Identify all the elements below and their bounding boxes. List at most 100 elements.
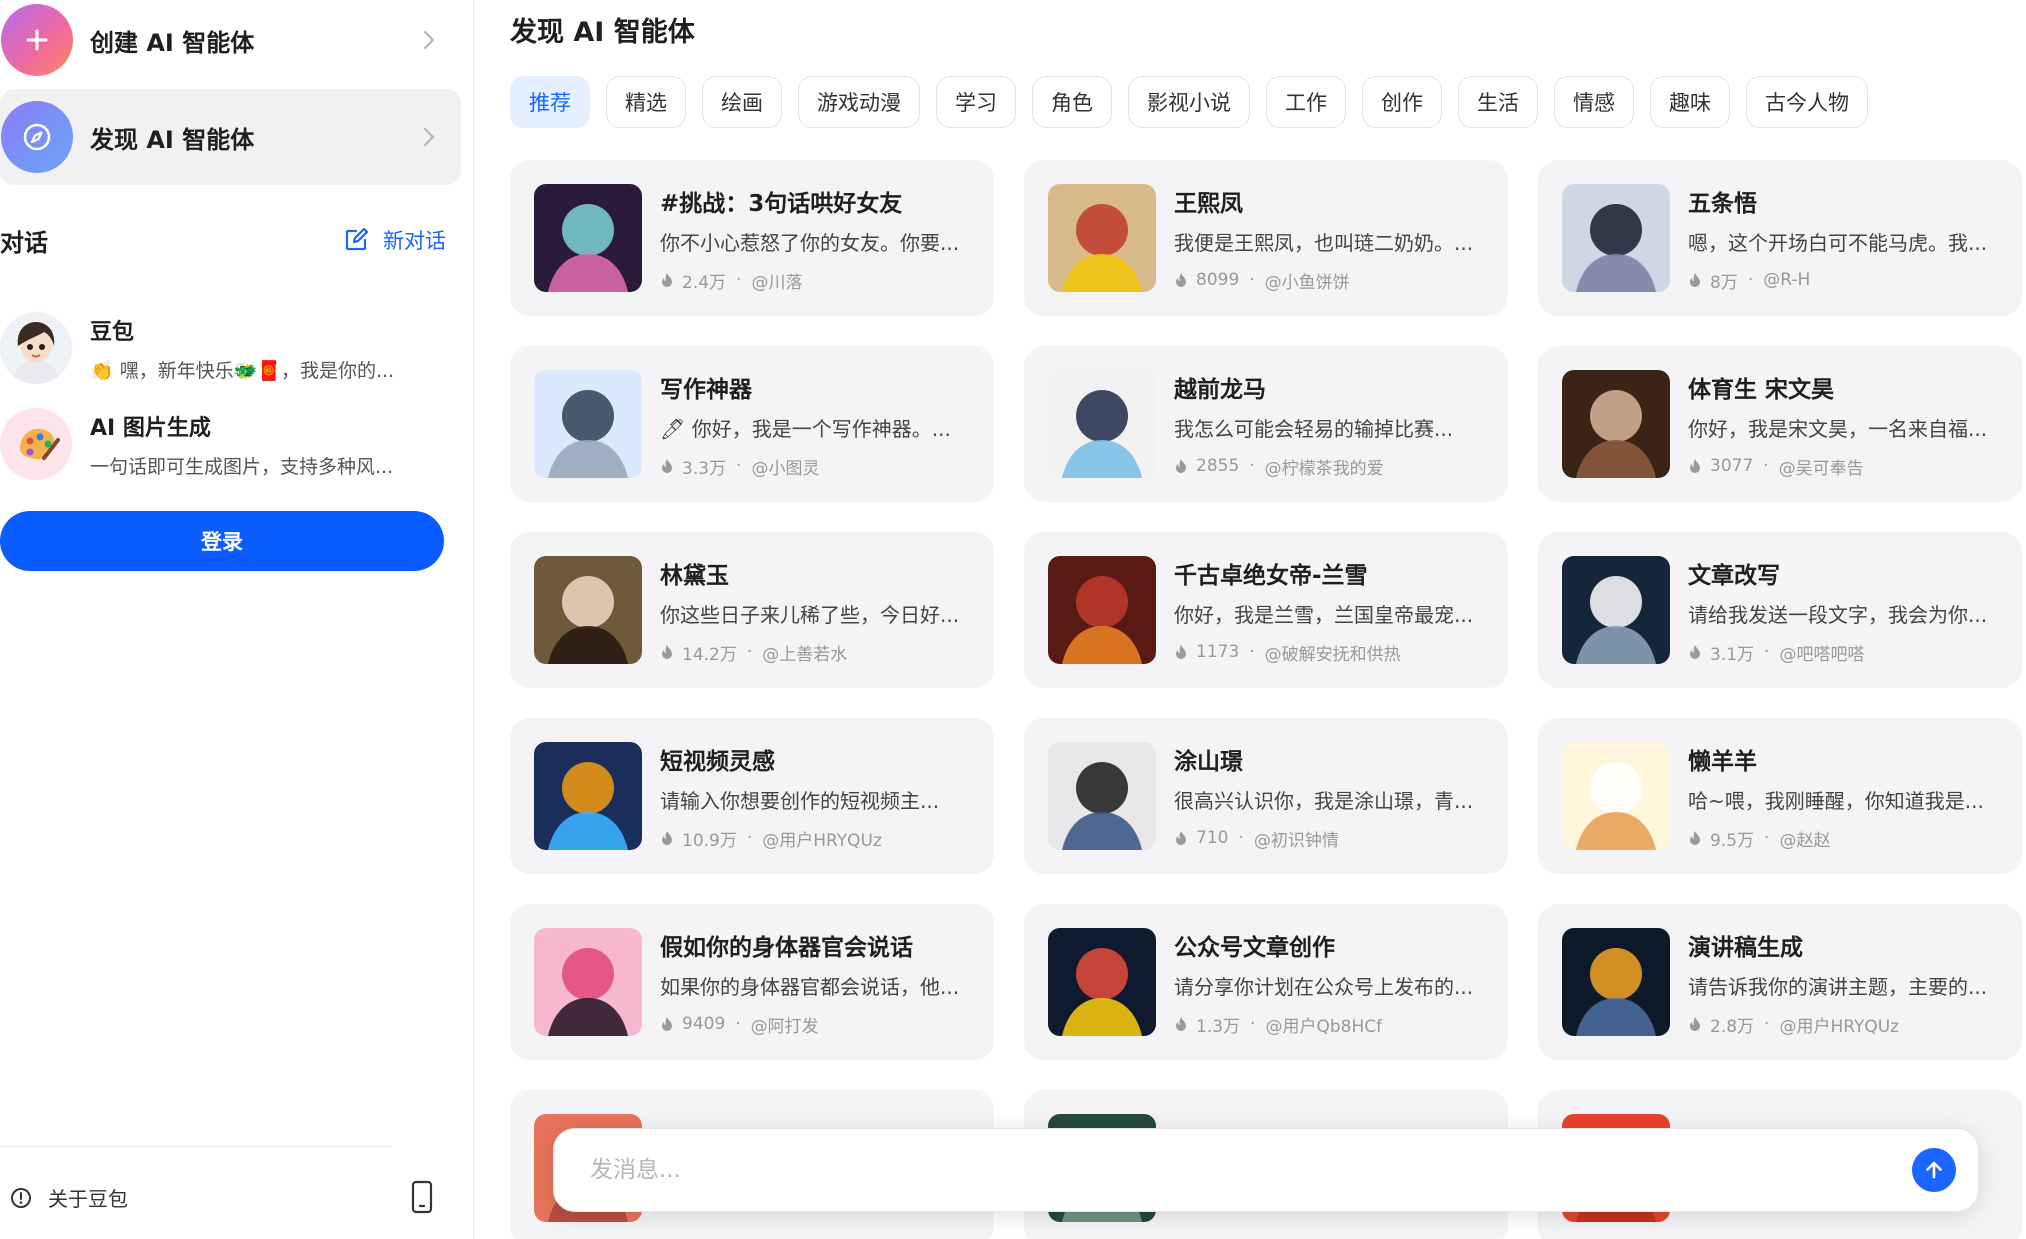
agent-card[interactable]: 公众号文章创作 请分享你计划在公众号上发布的... 1.3万 · @用户Qb8HCf (1024, 904, 1508, 1060)
author-name: @阿打发 (750, 1016, 819, 1037)
fire-icon (1176, 459, 1186, 473)
agent-card[interactable]: 文章改写 请给我发送一段文字，我会为你... 3.1万 · @吧嗒吧嗒 (1538, 532, 2022, 688)
agent-meta: 2.8万 · @用户HRYQUz (1688, 1012, 2000, 1037)
arrow-up-icon (1926, 1161, 1942, 1179)
agent-description: 你好，我是宋文昊，一名来自福... (1688, 416, 1988, 441)
message-input[interactable] (590, 1157, 1912, 1183)
agent-card[interactable]: 写作神器 🖊 你好，我是一个写作神器。... 3.3万 · @小图灵 (510, 346, 994, 502)
agent-title: 林黛玉 (660, 562, 729, 589)
separator-dot: · (1763, 456, 1769, 476)
tab-6[interactable]: 影视小说 (1128, 76, 1250, 128)
tab-4[interactable]: 学习 (936, 76, 1016, 128)
agent-description: 请输入你想要创作的短视频主... (660, 788, 940, 813)
discover-agent-label: 发现 AI 智能体 (90, 125, 255, 154)
agent-card-body: 假如你的身体器官会说话 如果你的身体器官都会说话，他... 9409 · @阿打发 (660, 928, 972, 1037)
agent-title: 体育生 宋文昊 (1688, 376, 1835, 403)
tab-11[interactable]: 趣味 (1650, 76, 1730, 128)
agent-card[interactable]: 越前龙马 我怎么可能会轻易的输掉比赛... 2855 · @柠檬茶我的爱 (1024, 346, 1508, 502)
usage-count: 1.3万 (1196, 1016, 1241, 1037)
fire-icon (1176, 831, 1186, 845)
conversation-item-doubao[interactable]: 豆包 👏 嘿，新年快乐🐲🧧，我是你的... (0, 298, 461, 398)
conversations-title: 对话 (0, 228, 48, 257)
usage-count: 710 (1196, 828, 1229, 848)
agent-card[interactable]: 体育生 宋文昊你好，我是宋文昊，一名来自福... 3077 · @吴可奉告 (1538, 346, 2022, 502)
agent-title: 写作神器 (660, 376, 752, 403)
agent-title: 懒羊羊 (1688, 748, 1757, 775)
agent-card-body: 越前龙马 我怎么可能会轻易的输掉比赛... 2855 · @柠檬茶我的爱 (1174, 370, 1486, 479)
author-name: @赵赵 (1779, 830, 1831, 851)
agent-card[interactable]: 涂山璟 很高兴认识你，我是涂山璟，青... 710 · @初识钟情 (1024, 718, 1508, 874)
about-link[interactable]: 关于豆包 (10, 1183, 128, 1212)
agent-card[interactable]: 五条悟 嗯，这个开场白可不能马虎。我... 8万 · @R-H (1538, 160, 2022, 316)
tab-3[interactable]: 游戏动漫 (798, 76, 920, 128)
login-button[interactable]: 登录 (0, 511, 444, 571)
mobile-phone-icon[interactable] (408, 1180, 436, 1214)
tab-12[interactable]: 古今人物 (1746, 76, 1868, 128)
fire-icon (662, 1017, 672, 1031)
tab-1[interactable]: 精选 (606, 76, 686, 128)
tab-7[interactable]: 工作 (1266, 76, 1346, 128)
agent-card[interactable]: 王熙凤 我便是王熙凤，也叫琏二奶奶。... 8099 · @小鱼饼饼 (1024, 160, 1508, 316)
usage-count: 3077 (1710, 456, 1754, 476)
tab-0[interactable]: 推荐 (510, 76, 590, 128)
avatar (0, 312, 72, 384)
fire-icon (662, 459, 672, 473)
fire-icon (662, 645, 672, 659)
agent-card[interactable]: 假如你的身体器官会说话 如果你的身体器官都会说话，他... 9409 · @阿打发 (510, 904, 994, 1060)
send-button[interactable] (1912, 1148, 1956, 1192)
category-tabs: 推荐 精选 绘画 游戏动漫 学习 角色 影视小说 工作 创作 生活 情感 趣味 古今人物 (510, 76, 1884, 128)
agent-title: 短视频灵感 (660, 748, 775, 775)
agent-meta: 2855 · @柠檬茶我的爱 (1174, 454, 1486, 479)
agent-card[interactable]: 林黛玉 你这些日子来儿稀了些，今日好... 14.2万 · @上善若水 (510, 532, 994, 688)
conversations-header: 对话 新对话 (0, 222, 446, 258)
agent-description: 你不小心惹怒了你的女友。你要... (660, 230, 960, 255)
separator-dot: · (736, 270, 742, 290)
agent-title: 王熙凤 (1174, 190, 1243, 217)
agent-title: 演讲稿生成 (1688, 934, 1803, 961)
agent-meta: 710 · @初识钟情 (1174, 826, 1486, 851)
tab-5[interactable]: 角色 (1032, 76, 1112, 128)
classical-lady-portrait (534, 556, 642, 664)
separator-dot: · (1250, 1014, 1256, 1034)
tab-8[interactable]: 创作 (1362, 76, 1442, 128)
agent-title: 文章改写 (1688, 562, 1780, 589)
create-agent-nav[interactable]: 创建 AI 智能体 (0, 0, 461, 88)
agent-card[interactable]: 懒羊羊 哈~喂，我刚睡醒，你知道我是... 9.5万 · @赵赵 (1538, 718, 2022, 874)
fire-icon (1690, 273, 1700, 287)
agent-meta: 3.1万 · @吧嗒吧嗒 (1688, 640, 2000, 665)
separator-dot: · (1249, 270, 1255, 290)
anime-man-blindfold (1562, 184, 1670, 292)
author-name: @吧嗒吧嗒 (1779, 644, 1865, 665)
glowing-book (1562, 928, 1670, 1036)
agent-card[interactable]: 短视频灵感 请输入你想要创作的短视频主... 10.9万 · @用户HRYQUz (510, 718, 994, 874)
discover-agent-nav[interactable]: 发现 AI 智能体 (0, 89, 461, 185)
agent-card[interactable]: #挑战：3句话哄好女友 你不小心惹怒了你的女友。你要... 2.4万 · @川落 (510, 160, 994, 316)
agent-card[interactable]: 演讲稿生成 请告诉我你的演讲主题，主要的... 2.8万 · @用户HRYQUz (1538, 904, 2022, 1060)
agent-title: 千古卓绝女帝-兰雪 (1174, 562, 1368, 589)
fire-icon (1690, 831, 1700, 845)
conversation-item-image-gen[interactable]: AI 图片生成 一句话即可生成图片，支持多种风... (0, 394, 461, 494)
opera-portrait (1048, 184, 1156, 292)
separator-dot: · (1764, 1014, 1770, 1034)
usage-count: 3.1万 (1710, 644, 1755, 665)
separator-dot: · (1764, 828, 1770, 848)
empress-portrait (1048, 556, 1156, 664)
conversation-name: AI 图片生成 (90, 415, 211, 441)
author-name: @吴可奉告 (1778, 458, 1864, 479)
agent-card-body: 写作神器 🖊 你好，我是一个写作神器。... 3.3万 · @小图灵 (660, 370, 972, 479)
separator-dot: · (1238, 828, 1244, 848)
usage-count: 3.3万 (682, 458, 727, 479)
tab-10[interactable]: 情感 (1554, 76, 1634, 128)
agent-card[interactable]: 千古卓绝女帝-兰雪 你好，我是兰雪，兰国皇帝最宠... 1173 · @破解安抚和供热 (1024, 532, 1508, 688)
agent-description: 你这些日子来儿稀了些，今日好... (660, 602, 960, 627)
agent-card-body: 公众号文章创作 请分享你计划在公众号上发布的... 1.3万 · @用户Qb8HCf (1174, 928, 1486, 1037)
new-conversation-button[interactable]: 新对话 (343, 225, 446, 255)
tab-9[interactable]: 生活 (1458, 76, 1538, 128)
author-name: @用户HRYQUz (762, 830, 882, 851)
agent-description: 请分享你计划在公众号上发布的... (1174, 974, 1474, 999)
young-man-portrait (1562, 370, 1670, 478)
chevron-right-icon (423, 30, 435, 50)
agent-description: 很高兴认识你，我是涂山璟，青... (1174, 788, 1474, 813)
tab-2[interactable]: 绘画 (702, 76, 782, 128)
divider (0, 1146, 392, 1147)
